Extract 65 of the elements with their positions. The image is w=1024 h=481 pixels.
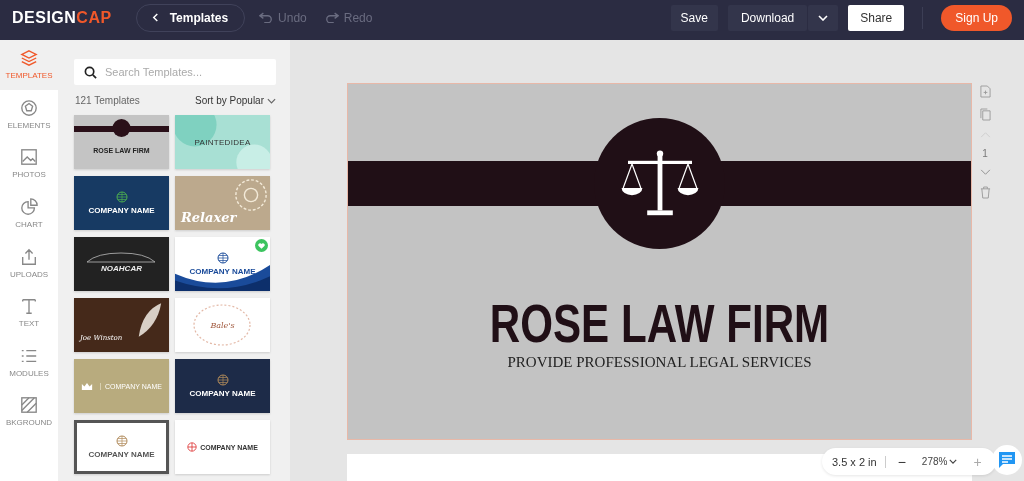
save-button[interactable]: Save: [670, 4, 718, 31]
upload-icon: [20, 247, 38, 266]
copy-icon[interactable]: [979, 108, 991, 121]
thumbnail-title: COMPANY NAME: [189, 267, 256, 276]
image-icon: [20, 148, 38, 167]
template-thumbnail[interactable]: PAINTEDIDEA: [175, 115, 270, 169]
chevron-left-icon: [150, 13, 160, 22]
chevron-down-icon: [267, 97, 276, 104]
sort-dropdown[interactable]: Sort by Popular: [195, 95, 276, 106]
template-thumbnail[interactable]: COMPANY NAME: [175, 359, 270, 413]
globe-icon: [216, 374, 229, 386]
globe-icon: [187, 442, 198, 452]
page-size: 3.5 x 2 in: [832, 455, 877, 468]
trash-icon[interactable]: [979, 186, 991, 199]
chevron-down-icon[interactable]: [979, 169, 991, 176]
template-thumbnail[interactable]: COMPANY NAME: [74, 176, 169, 230]
heart-badge-icon[interactable]: [255, 239, 268, 252]
sidebar-item[interactable]: TEXT: [0, 287, 58, 338]
template-thumbnail[interactable]: Bale's: [175, 298, 270, 352]
share-button[interactable]: Share: [848, 4, 905, 31]
zoom-out-button[interactable]: −: [893, 453, 910, 470]
thumbnail-title: Bale's: [210, 320, 235, 330]
pie-chart-icon: [20, 198, 38, 217]
thumbnail-title: PAINTEDIDEA: [194, 137, 251, 147]
mandala-drawing: [234, 178, 268, 212]
wreath-drawing: [192, 302, 252, 348]
chat-icon: [997, 450, 1017, 470]
sidebar-item[interactable]: UPLOADS: [0, 238, 58, 288]
zoom-dropdown[interactable]: 278%: [917, 456, 962, 467]
thumbnail-title: Relaxer: [181, 210, 237, 225]
canvas-subtitle[interactable]: PROVIDE PROFESSIONAL LEGAL SERVICES: [507, 354, 812, 371]
thumbnail-title: COMPANY NAME: [88, 450, 155, 459]
crown-icon: [81, 381, 94, 391]
page-number: 1: [982, 148, 988, 159]
redo-icon: [324, 12, 339, 23]
template-count: 121 Templates: [75, 95, 140, 106]
thumbnail-title: COMPANY NAME: [88, 206, 155, 215]
download-button[interactable]: Download: [727, 4, 808, 31]
logo[interactable]: DESIGNCAP: [12, 8, 112, 27]
canvas-title[interactable]: ROSE LAW FIRM: [489, 296, 830, 350]
globe-icon: [115, 191, 128, 203]
template-thumbnail[interactable]: COMPANY NAME: [175, 237, 270, 291]
sidebar-item[interactable]: MODULES: [0, 337, 58, 388]
globe-icon: [216, 252, 229, 264]
background-icon: [20, 396, 38, 415]
layers-icon: [20, 49, 38, 68]
search-field[interactable]: Search Templates...: [74, 59, 276, 85]
chevron-down-icon: [949, 459, 958, 464]
undo-icon: [259, 12, 274, 23]
thumbnail-title: NOAHCAR: [101, 263, 142, 273]
sidebar-item[interactable]: ELEMENTS: [0, 89, 58, 140]
car-outline-drawing: [86, 251, 156, 263]
chat-button[interactable]: [992, 445, 1022, 475]
sidebar-item[interactable]: BKGROUND: [0, 387, 58, 437]
sidebar-item[interactable]: PHOTOS: [0, 139, 58, 189]
text-icon: [20, 297, 38, 316]
template-thumbnail[interactable]: COMPANY NAME: [74, 420, 169, 474]
globe-icon: [115, 435, 128, 447]
thumbnail-title: COMPANY NAME: [189, 389, 256, 398]
download-menu-button[interactable]: [808, 4, 839, 31]
sidebar-item[interactable]: CHART: [0, 188, 58, 239]
template-thumbnail[interactable]: NOAHCAR: [74, 237, 169, 291]
chevron-down-icon: [818, 14, 829, 21]
add-page-icon[interactable]: [979, 85, 991, 98]
design-canvas[interactable]: ROSE LAW FIRM PROVIDE PROFESSIONAL LEGAL SERVICES: [347, 83, 972, 440]
